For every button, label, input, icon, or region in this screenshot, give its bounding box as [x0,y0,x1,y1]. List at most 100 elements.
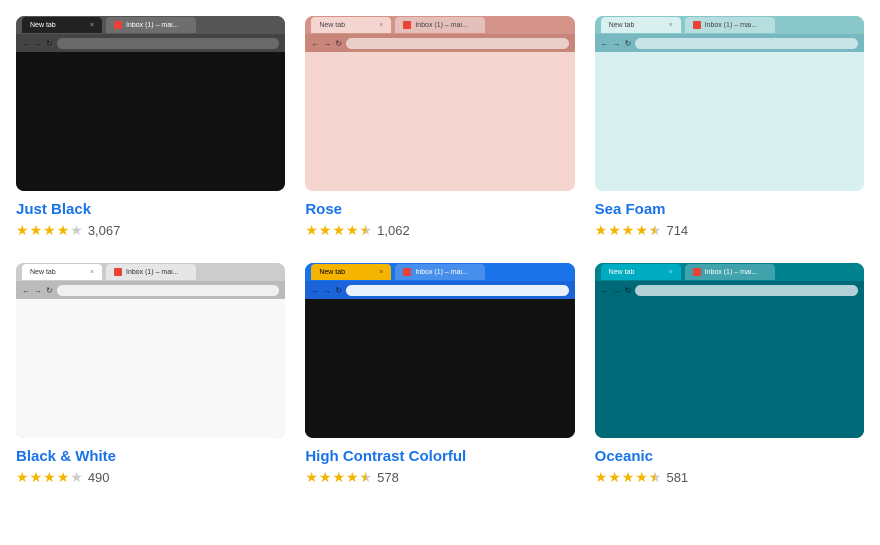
browser-body [305,299,574,438]
theme-thumbnail: New tab × Inbox (1) – mai... ← → ↻ [305,263,574,438]
inbox-tab-label: Inbox (1) – mai... [415,269,477,276]
inbox-tab-label: Inbox (1) – mai... [415,22,477,29]
browser-mockup: New tab × Inbox (1) – mai... ← → ↻ [305,16,574,191]
toolbar: ← → ↻ [595,34,864,52]
theme-rating: ★★★★★ 490 [16,469,285,486]
stars-container: ★★★★ ★ ★ [305,222,372,239]
stars-container: ★★★★★ [16,469,83,486]
theme-card-just-black[interactable]: New tab × Inbox (1) – mai... ← → ↻ [16,16,285,239]
star-filled: ★ [305,222,318,239]
star-half: ★ ★ [360,469,373,486]
star-filled: ★ [319,469,332,486]
star-half: ★ ★ [649,222,662,239]
forward-icon: → [613,286,621,295]
theme-rating: ★★★★★ 3,067 [16,222,285,239]
review-count: 490 [88,470,110,485]
theme-card-high-contrast-colorful[interactable]: New tab × Inbox (1) – mai... ← → ↻ [305,263,574,486]
theme-thumbnail: New tab × Inbox (1) – mai... ← → ↻ [305,16,574,191]
tab-close-icon: × [669,269,673,276]
theme-card-sea-foam[interactable]: New tab × Inbox (1) – mai... ← → ↻ [595,16,864,239]
tab-close-icon: × [669,22,673,29]
address-bar [346,38,569,49]
themes-grid: New tab × Inbox (1) – mai... ← → ↻ [16,16,864,486]
back-icon: ← [601,39,609,48]
back-icon: ← [311,286,319,295]
browser-chrome: New tab × Inbox (1) – mai... ← → ↻ [16,263,285,299]
star-filled: ★ [332,222,345,239]
theme-rating: ★★★★ ★ ★ 1,062 [305,222,574,239]
star-filled: ★ [43,469,56,486]
inbox-tab: Inbox (1) – mai... [685,264,775,280]
star-filled: ★ [595,222,608,239]
tab-close-icon: × [90,22,94,29]
active-tab: New tab × [601,17,681,33]
address-bar [57,38,280,49]
star-filled: ★ [346,469,359,486]
star-filled: ★ [608,222,621,239]
theme-title: Just Black [16,201,285,218]
tab-label: New tab [319,269,375,276]
browser-chrome: New tab × Inbox (1) – mai... ← → ↻ [595,263,864,299]
tab-bar: New tab × Inbox (1) – mai... [595,16,864,34]
inbox-tab-label: Inbox (1) – mai... [126,22,188,29]
star-filled: ★ [305,469,318,486]
star-filled: ★ [635,222,648,239]
theme-card-black-white[interactable]: New tab × Inbox (1) – mai... ← → ↻ [16,263,285,486]
browser-chrome: New tab × Inbox (1) – mai... ← → ↻ [305,263,574,299]
star-filled: ★ [16,222,29,239]
theme-card-oceanic[interactable]: New tab × Inbox (1) – mai... ← → ↻ [595,263,864,486]
tab-close-icon: × [379,269,383,276]
active-tab: New tab × [311,17,391,33]
browser-mockup: New tab × Inbox (1) – mai... ← → ↻ [305,263,574,438]
toolbar: ← → ↻ [595,281,864,299]
review-count: 581 [666,470,688,485]
theme-title: Rose [305,201,574,218]
star-filled: ★ [595,469,608,486]
tab-bar: New tab × Inbox (1) – mai... [16,263,285,281]
inbox-tab-label: Inbox (1) – mai... [705,22,767,29]
back-icon: ← [22,286,30,295]
theme-title: High Contrast Colorful [305,448,574,465]
forward-icon: → [34,286,42,295]
browser-body [16,52,285,191]
toolbar: ← → ↻ [16,281,285,299]
theme-title: Sea Foam [595,201,864,218]
star-empty: ★ [70,469,83,486]
browser-mockup: New tab × Inbox (1) – mai... ← → ↻ [595,263,864,438]
browser-body [595,52,864,191]
star-filled: ★ [346,222,359,239]
tab-label: New tab [609,22,665,29]
star-filled: ★ [30,222,43,239]
tab-label: New tab [609,269,665,276]
reload-icon: ↻ [625,39,632,48]
tab-label: New tab [30,269,86,276]
tab-close-icon: × [90,269,94,276]
reload-icon: ↻ [625,286,632,295]
tab-close-icon: × [379,22,383,29]
inbox-tab-label: Inbox (1) – mai... [705,269,767,276]
star-empty: ★ [70,222,83,239]
reload-icon: ↻ [46,39,53,48]
forward-icon: → [613,39,621,48]
star-filled: ★ [608,469,621,486]
theme-card-rose[interactable]: New tab × Inbox (1) – mai... ← → ↻ [305,16,574,239]
theme-thumbnail: New tab × Inbox (1) – mai... ← → ↻ [16,263,285,438]
stars-container: ★★★★ ★ ★ [305,469,372,486]
browser-chrome: New tab × Inbox (1) – mai... ← → ↻ [305,16,574,52]
browser-chrome: New tab × Inbox (1) – mai... ← → ↻ [16,16,285,52]
browser-body [305,52,574,191]
tab-bar: New tab × Inbox (1) – mai... [305,16,574,34]
star-filled: ★ [30,469,43,486]
review-count: 714 [666,223,688,238]
browser-body [16,299,285,438]
star-filled: ★ [622,469,635,486]
star-filled: ★ [57,222,70,239]
reload-icon: ↻ [335,39,342,48]
browser-mockup: New tab × Inbox (1) – mai... ← → ↻ [595,16,864,191]
back-icon: ← [601,286,609,295]
tab-bar: New tab × Inbox (1) – mai... [16,16,285,34]
theme-rating: ★★★★ ★ ★ 578 [305,469,574,486]
star-filled: ★ [43,222,56,239]
inbox-tab: Inbox (1) – mai... [395,17,485,33]
theme-thumbnail: New tab × Inbox (1) – mai... ← → ↻ [595,16,864,191]
